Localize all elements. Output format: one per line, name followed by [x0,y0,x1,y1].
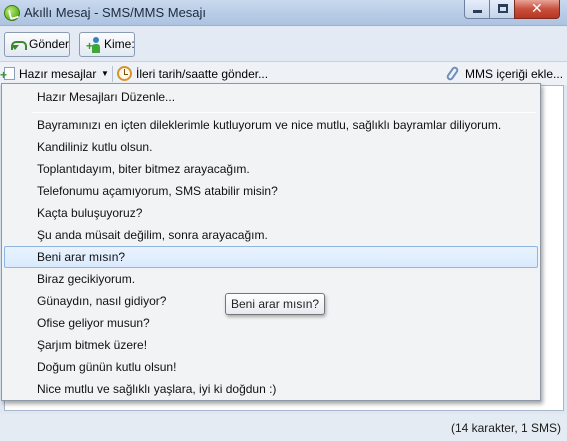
window-title: Akıllı Mesaj - SMS/MMS Mesajı [24,5,207,20]
recipients-label: Kime: [104,37,135,51]
chevron-down-icon: ▼ [101,69,109,78]
add-contact-icon: + [86,37,100,53]
menu-item[interactable]: Şarjım bitmek üzere! [4,334,538,356]
recipients-button[interactable]: + Kime: [79,32,135,57]
title-bar: Akıllı Mesaj - SMS/MMS Mesajı ✕ [0,0,567,26]
menu-item[interactable]: Bayramınızı en içten dileklerimle kutluy… [4,114,538,136]
menu-item-edit-templates[interactable]: Hazır Mesajları Düzenle... [4,86,538,108]
menu-item[interactable]: Nice mutlu ve sağlıklı yaşlara, iyi ki d… [4,378,538,400]
templates-label: Hazır mesajlar [19,67,97,81]
tooltip: Beni arar mısın? [225,293,326,315]
minimize-icon [473,10,482,13]
menu-item[interactable]: Ofise geliyor musun? [4,312,538,334]
menu-item[interactable]: Kandiliniz kutlu olsun. [4,136,538,158]
maximize-button[interactable] [489,0,515,19]
new-template-icon [0,67,15,80]
clock-icon [117,66,132,81]
send-button[interactable]: Gönder [4,32,70,57]
send-icon [11,39,27,50]
app-check-icon [4,5,20,21]
toolbar-divider [112,66,113,82]
templates-dropdown-button[interactable]: Hazır mesajlar ▼ [0,65,109,83]
schedule-label: İleri tarih/saatte gönder... [136,67,269,81]
menu-item[interactable]: Biraz gecikiyorum. [4,268,538,290]
templates-menu: Hazır Mesajları Düzenle... Bayramınızı e… [1,83,541,401]
schedule-send-button[interactable]: İleri tarih/saatte gönder... [117,65,268,83]
menu-item[interactable]: Telefonumu açamıyorum, SMS atabilir misi… [4,180,538,202]
message-toolbar: Hazır mesajlar ▼ İleri tarih/saatte gönd… [0,61,567,85]
menu-item[interactable]: Doğum günün kutlu olsun! [4,356,538,378]
close-button[interactable]: ✕ [514,0,560,19]
menu-item[interactable]: Toplantıdayım, biter bitmez arayacağım. [4,158,538,180]
paperclip-icon [445,65,460,82]
character-count: (14 karakter, 1 SMS) [450,421,561,435]
mms-label: MMS içeriği ekle... [465,67,564,81]
main-toolbar: Gönder + Kime: [0,27,567,61]
maximize-icon [498,4,508,13]
status-bar: (14 karakter, 1 SMS) [0,414,567,441]
minimize-button[interactable] [464,0,490,19]
menu-item[interactable]: Şu anda müsait değilim, sonra arayacağım… [4,224,538,246]
add-mms-content-button[interactable]: MMS içeriği ekle... [445,65,564,83]
menu-item-highlighted[interactable]: Beni arar mısın? [4,246,538,268]
menu-separator [32,112,536,113]
close-icon: ✕ [531,1,543,17]
send-label: Gönder [29,37,70,51]
menu-item[interactable]: Kaçta buluşuyoruz? [4,202,538,224]
